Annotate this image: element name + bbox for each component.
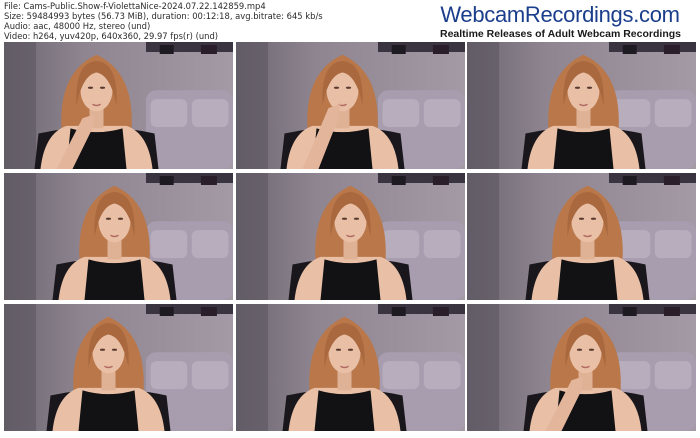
frame-image xyxy=(4,173,233,300)
frame-image xyxy=(235,42,465,169)
frame-image xyxy=(467,42,696,169)
video-frame-thumbnail xyxy=(4,173,233,300)
frame-image xyxy=(4,304,233,431)
brand-name: WebcamRecordings.com xyxy=(440,2,680,27)
video-frame-thumbnail xyxy=(4,304,233,431)
video-frame-thumbnail xyxy=(235,42,465,169)
audio-info-line: Audio: aac, 48000 Hz, stereo (und) xyxy=(4,21,151,31)
file-name-line: File: Cams-Public.Show-f-ViolettaNice-20… xyxy=(4,1,266,11)
brand-logo: WebcamRecordings.com Realtime Releases o… xyxy=(440,2,681,41)
video-frame-thumbnail xyxy=(235,304,465,431)
frame-image xyxy=(467,173,696,300)
file-metadata: File: Cams-Public.Show-f-ViolettaNice-20… xyxy=(4,1,323,41)
frame-image xyxy=(4,42,233,169)
frame-image xyxy=(235,304,465,431)
brand-tagline: Realtime Releases of Adult Webcam Record… xyxy=(440,28,681,40)
frame-image xyxy=(235,173,465,300)
frame-image xyxy=(467,304,696,431)
file-size-line: Size: 59484993 bytes (56.73 MiB), durati… xyxy=(4,11,323,21)
video-frame-thumbnail xyxy=(4,42,233,169)
video-frame-thumbnail xyxy=(235,173,465,300)
video-frame-thumbnail xyxy=(467,42,696,169)
video-info-line: Video: h264, yuv420p, 640x360, 29.97 fps… xyxy=(4,31,219,41)
contact-sheet-header: File: Cams-Public.Show-f-ViolettaNice-20… xyxy=(0,0,700,42)
thumbnail-grid xyxy=(4,42,696,432)
video-frame-thumbnail xyxy=(467,173,696,300)
video-frame-thumbnail xyxy=(467,304,696,431)
